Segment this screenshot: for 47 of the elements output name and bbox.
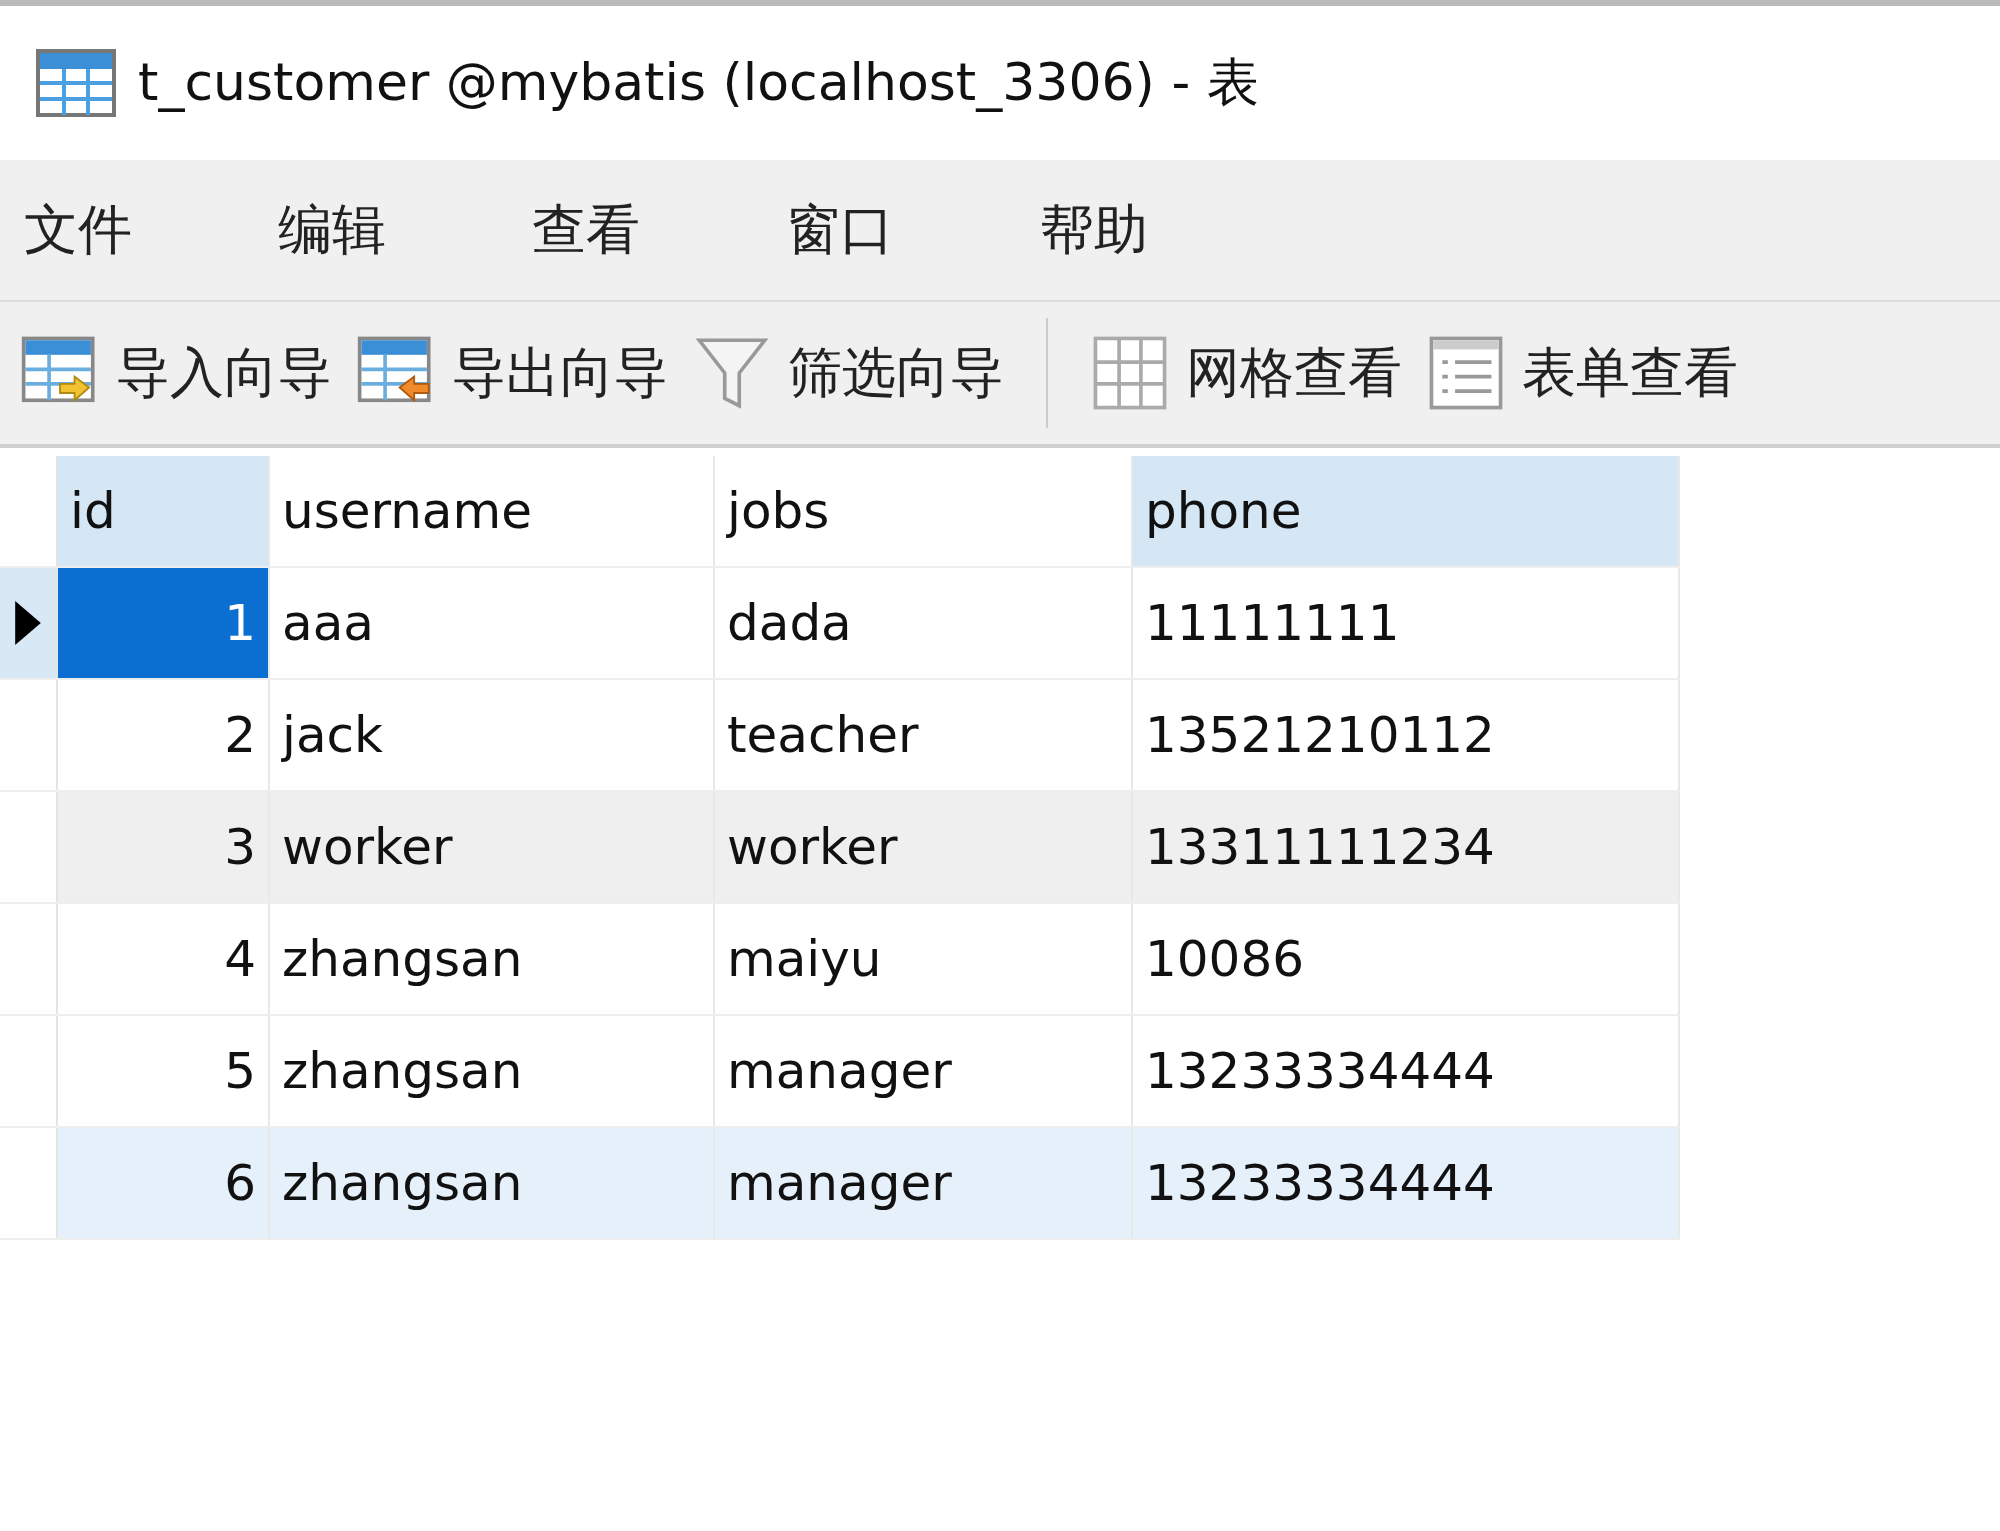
table-cell: worker (715, 792, 1133, 902)
table-row[interactable]: 6 zhangsan manager 13233334444 (0, 1128, 1680, 1240)
column-header[interactable]: username (270, 456, 715, 566)
table-cell: zhangsan (270, 1016, 715, 1126)
menu-item[interactable]: 文件 (24, 193, 278, 267)
table-cell: 13311111234 (1133, 792, 1680, 902)
table-cell: 1 (58, 568, 270, 678)
table-cell: teacher (715, 680, 1133, 790)
toolbar-button[interactable]: 筛选向导 (690, 329, 1006, 417)
menu-item[interactable]: 编辑 (278, 193, 532, 267)
toolbar-button[interactable]: 表单查看 (1424, 329, 1740, 417)
table-icon (36, 49, 116, 117)
table-cell: 10086 (1133, 904, 1680, 1014)
table-cell: 5 (58, 1016, 270, 1126)
window-title: t_customer @mybatis (localhost_3306) - 表 (138, 51, 1259, 114)
table-cell: 13521210112 (1133, 680, 1680, 790)
toolbar-button[interactable]: 导出向导 (354, 329, 670, 417)
table-cell: zhangsan (270, 1128, 715, 1238)
table-cell: aaa (270, 568, 715, 678)
table-cell: 6 (58, 1128, 270, 1238)
menu-item[interactable]: 帮助 (1040, 193, 1294, 267)
table-cell: 2 (58, 680, 270, 790)
table-row[interactable]: 5 zhangsan manager 13233334444 (0, 1016, 1680, 1128)
menu-item[interactable]: 窗口 (786, 193, 1040, 267)
table-row[interactable]: 4 zhangsan maiyu 10086 (0, 904, 1680, 1016)
table-row[interactable]: 2 jack teacher 13521210112 (0, 680, 1680, 792)
table-cell: manager (715, 1016, 1133, 1126)
toolbar-button[interactable]: 导入向导 (18, 329, 334, 417)
table-cell: 4 (58, 904, 270, 1014)
table-cell: worker (270, 792, 715, 902)
table-cell: zhangsan (270, 904, 715, 1014)
row-indicator[interactable] (0, 568, 58, 678)
table-cell: 13233334444 (1133, 1128, 1680, 1238)
column-header[interactable]: id (58, 456, 270, 566)
table-cell: 3 (58, 792, 270, 902)
table-cell: jack (270, 680, 715, 790)
current-row-icon (15, 601, 41, 645)
table-cell: dada (715, 568, 1133, 678)
toolbar-button[interactable]: 网格查看 (1088, 329, 1404, 417)
table-cell: manager (715, 1128, 1133, 1238)
table-row[interactable]: 1 aaa dada 11111111 (0, 568, 1680, 680)
table-row[interactable]: 3 worker worker 13311111234 (0, 792, 1680, 904)
table-cell: 11111111 (1133, 568, 1680, 678)
menu-item[interactable]: 查看 (532, 193, 786, 267)
table-cell: maiyu (715, 904, 1133, 1014)
column-header[interactable]: phone (1133, 456, 1680, 566)
table-cell: 13233334444 (1133, 1016, 1680, 1126)
